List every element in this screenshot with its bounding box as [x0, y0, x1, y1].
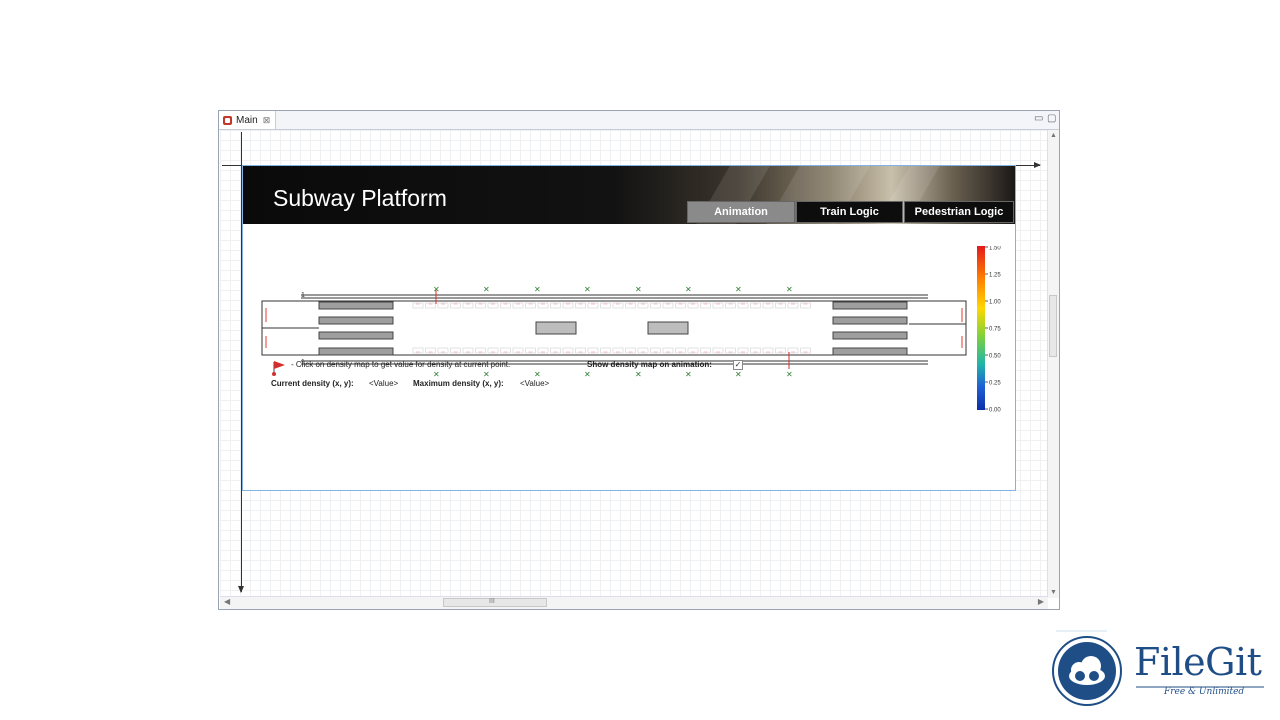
scroll-right-icon[interactable]: ▶ — [1038, 597, 1044, 606]
current-density-label: Current density (x, y): — [271, 379, 354, 388]
stop-marker-bottom: ✕ — [534, 370, 541, 379]
legend-tick-label: 0.50 — [989, 354, 1001, 360]
stop-marker-top: ✕ — [786, 285, 793, 294]
density-scale-bar — [977, 246, 985, 410]
density-legend: 1.50 1.25 1.00 0.75 0.50 0.25 0.00 — [977, 246, 1001, 414]
stop-marker-top: ✕ — [534, 285, 541, 294]
tab-train-logic[interactable]: Train Logic — [796, 201, 903, 223]
agent-icon — [223, 115, 232, 125]
presentation-frame: Subway Platform Animation Train Logic Pe… — [242, 165, 1016, 491]
max-density-label: Maximum density (x, y): — [413, 379, 504, 388]
show-density-checkbox[interactable]: ✓ — [733, 360, 743, 370]
model-canvas[interactable]: Subway Platform Animation Train Logic Pe… — [220, 130, 1048, 598]
tab-main[interactable]: Main ⊠ — [219, 111, 276, 129]
header-banner: Subway Platform Animation Train Logic Pe… — [243, 166, 1015, 224]
legend-tick-label: 1.25 — [989, 273, 1001, 279]
vertical-scroll-thumb[interactable] — [1049, 295, 1057, 357]
stair-block — [832, 347, 908, 356]
tab-pedestrian-logic[interactable]: Pedestrian Logic — [904, 201, 1014, 223]
editor-window: Main ⊠ ▭ ▢ Subway Platform Animation Tra… — [218, 110, 1060, 610]
stair-block — [318, 331, 394, 340]
stop-marker-top: ✕ — [635, 285, 642, 294]
close-icon[interactable]: ⊠ — [263, 115, 271, 126]
scroll-up-icon[interactable]: ▲ — [1050, 132, 1057, 139]
legend-tick-label: 0.00 — [989, 408, 1001, 414]
max-density-value: <Value> — [520, 379, 550, 388]
stair-block — [832, 301, 908, 310]
top-marker-label: 1 — [301, 292, 305, 299]
stop-marker-bottom: ✕ — [635, 370, 642, 379]
bench — [647, 321, 689, 335]
legend-tick-label: 0.75 — [989, 327, 1001, 333]
horizontal-scrollbar[interactable]: ◀ III ▶ — [220, 596, 1048, 609]
tab-main-label: Main — [236, 114, 258, 126]
current-density-value: <Value> — [369, 379, 399, 388]
tab-animation[interactable]: Animation — [687, 201, 795, 223]
stop-marker-top: ✕ — [685, 285, 692, 294]
flag-icon — [272, 361, 285, 376]
stair-block — [832, 316, 908, 325]
maximize-icon[interactable]: ▢ — [1047, 113, 1056, 124]
vertical-scrollbar[interactable]: ▲ ▼ — [1047, 130, 1059, 598]
watermark-tagline: Free & Unlimited — [1164, 687, 1245, 697]
stair-block — [318, 347, 394, 356]
platform-diagram[interactable]: ✕✕✕✕✕✕✕✕✕✕✕✕✕✕✕✕ 1 1 — [243, 224, 1015, 424]
stop-marker-bottom: ✕ — [735, 370, 742, 379]
stop-marker-bottom: ✕ — [433, 370, 440, 379]
legend-tick-label: 1.50 — [989, 246, 1001, 252]
stop-marker-top: ✕ — [483, 285, 490, 294]
stop-marker-top: ✕ — [735, 285, 742, 294]
minimize-icon[interactable]: ▭ — [1034, 113, 1043, 124]
stop-marker-bottom: ✕ — [584, 370, 591, 379]
stair-block — [318, 301, 394, 310]
show-density-label: Show density map on animation: — [587, 360, 712, 369]
bench — [535, 321, 577, 335]
scroll-left-icon[interactable]: ◀ — [224, 597, 230, 606]
stop-marker-top: ✕ — [584, 285, 591, 294]
scroll-down-icon[interactable]: ▼ — [1050, 589, 1057, 596]
density-hint: - Click on density map to get value for … — [291, 360, 511, 369]
scroll-grip: III — [489, 598, 495, 605]
watermark-brand: FileGit — [1134, 640, 1262, 684]
legend-tick-label: 0.25 — [989, 381, 1001, 387]
horizontal-scroll-thumb[interactable]: III — [443, 598, 547, 607]
stop-marker-bottom: ✕ — [685, 370, 692, 379]
stair-block — [832, 331, 908, 340]
page-title: Subway Platform — [273, 185, 447, 211]
legend-tick-label: 1.00 — [989, 300, 1001, 306]
stop-marker-bottom: ✕ — [483, 370, 490, 379]
stair-block — [318, 316, 394, 325]
editor-tabbar: Main ⊠ ▭ ▢ — [219, 111, 1059, 130]
stop-marker-bottom: ✕ — [786, 370, 793, 379]
